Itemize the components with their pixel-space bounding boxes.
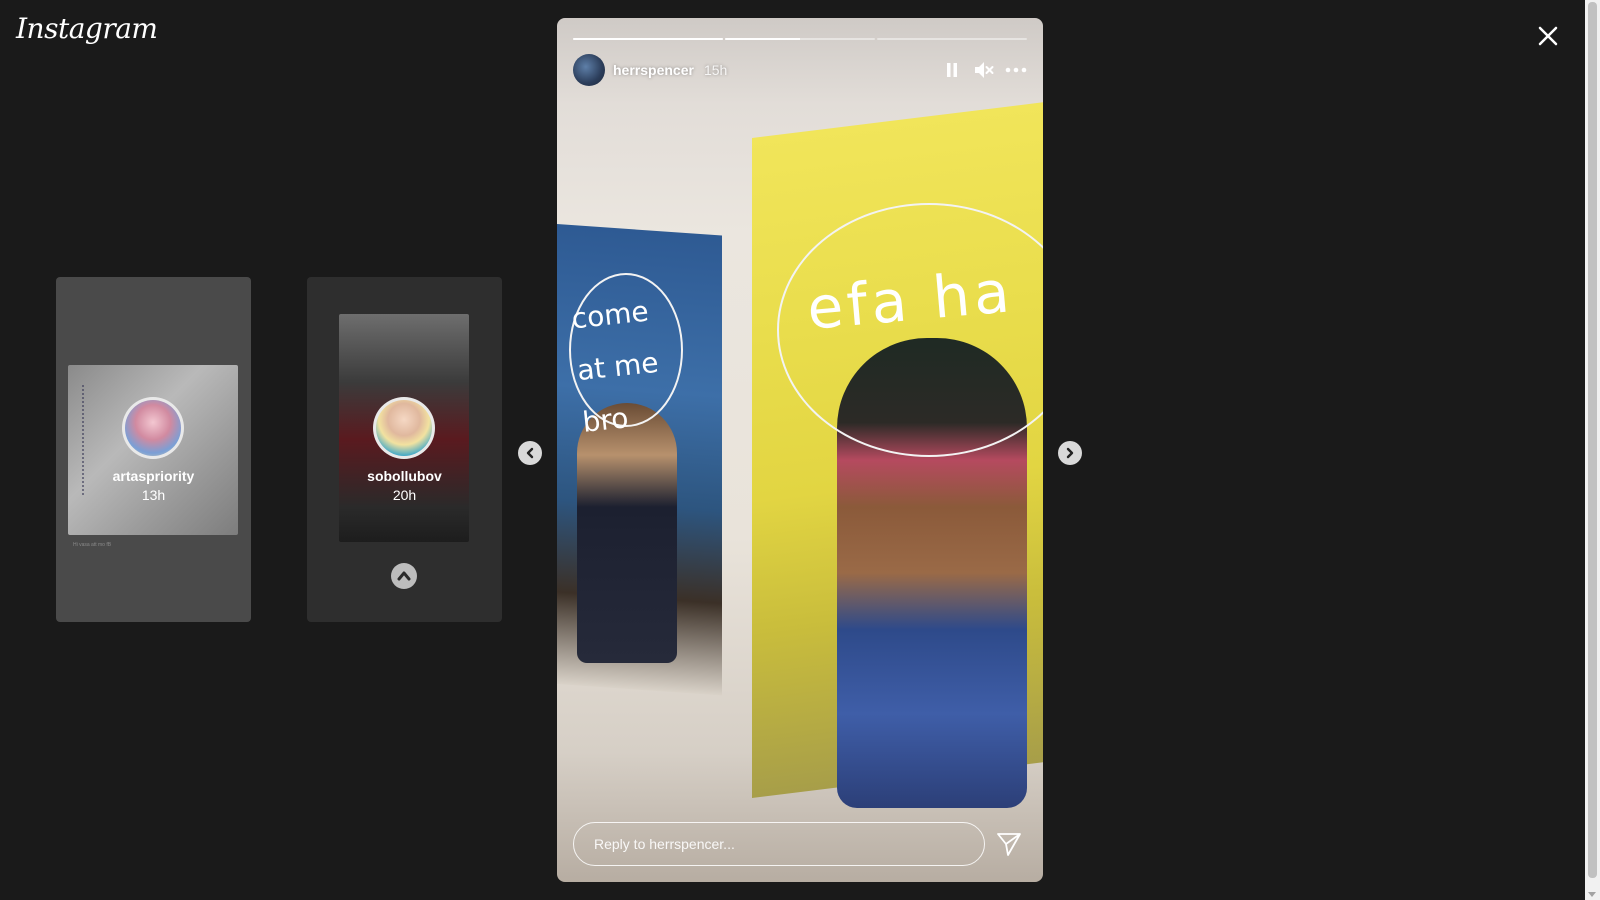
preview-time: 13h (141, 487, 166, 503)
preview-time: 20h (392, 487, 417, 503)
preview-username: artaspriority (112, 468, 195, 484)
story-controls (941, 59, 1027, 81)
pause-icon (947, 63, 957, 77)
mute-button[interactable] (973, 59, 995, 81)
more-options-icon (1005, 67, 1027, 73)
reply-input[interactable] (573, 822, 985, 866)
next-story-button[interactable] (1058, 441, 1082, 465)
avatar[interactable] (573, 54, 605, 86)
story-viewer[interactable]: come at me bro efa ha herrspencer 15h (557, 18, 1043, 882)
avatar (373, 397, 435, 459)
previous-story-button[interactable] (518, 441, 542, 465)
chevron-left-icon (526, 447, 534, 459)
story-header: herrspencer 15h (573, 54, 1027, 86)
progress-segment (725, 38, 875, 40)
more-options-button[interactable] (1005, 59, 1027, 81)
preview-username: sobollubov (367, 468, 442, 484)
story-preview-sobollubov[interactable]: sobollubov 20h (307, 277, 502, 622)
progress-segment (877, 38, 1027, 40)
close-icon (1538, 26, 1558, 46)
scrollbar-thumb[interactable] (1588, 2, 1597, 878)
pause-button[interactable] (941, 59, 963, 81)
preview-caption: Hi vasa att mo fB (73, 542, 112, 548)
story-progress-bar (573, 38, 1027, 40)
chevron-right-icon (1066, 447, 1074, 459)
page-scrollbar[interactable] (1585, 0, 1600, 900)
muted-speaker-icon (975, 62, 994, 78)
bubble-text-left: come at me bro (570, 294, 661, 439)
scroll-down-arrow[interactable] (1588, 892, 1596, 897)
send-button[interactable] (995, 830, 1023, 858)
story-preview-artaspriority[interactable]: artaspriority 13h Hi vasa att mo fB (56, 277, 251, 622)
avatar (122, 397, 184, 459)
story-username[interactable]: herrspencer (613, 62, 694, 78)
send-icon (997, 833, 1021, 856)
chevron-up-icon[interactable] (391, 563, 417, 589)
story-time: 15h (703, 62, 728, 78)
close-button[interactable] (1532, 20, 1564, 52)
progress-segment (573, 38, 723, 40)
reply-bar (573, 822, 1027, 866)
instagram-logo[interactable]: Instagram (16, 12, 158, 45)
